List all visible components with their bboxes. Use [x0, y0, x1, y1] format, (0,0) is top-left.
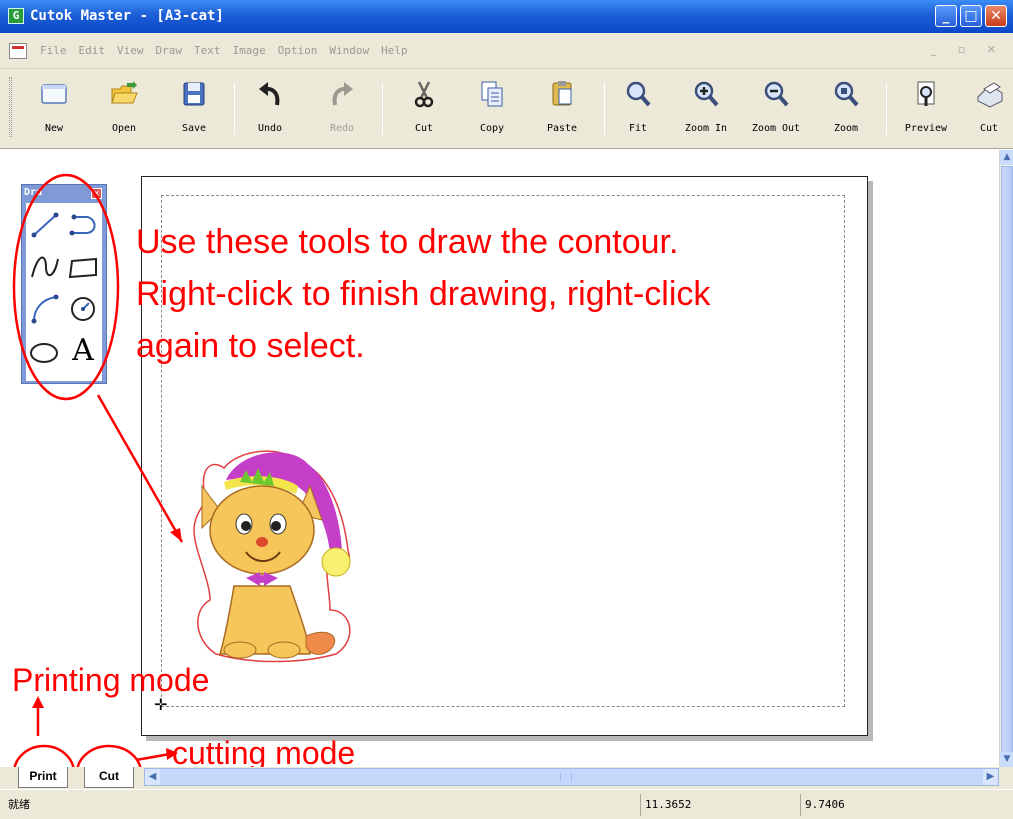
copy-label: Copy [479, 123, 505, 134]
undo-button[interactable]: Undo [240, 77, 300, 143]
toolbar-grip[interactable] [9, 77, 12, 137]
fit-label: Fit [628, 123, 648, 134]
zoom-out-icon [761, 79, 791, 109]
menu-help[interactable]: Help [379, 44, 410, 57]
minimize-button[interactable]: _ [935, 5, 957, 27]
copy-icon [477, 79, 507, 109]
status-state: 就绪 [8, 798, 30, 811]
zoom-in-label: Zoom In [684, 123, 728, 134]
undo-arrow-icon [255, 79, 285, 109]
zoom-out-label: Zoom Out [751, 123, 801, 134]
menu-draw[interactable]: Draw [154, 44, 185, 57]
new-label: New [44, 123, 64, 134]
menu-view[interactable]: View [115, 44, 146, 57]
zoom-icon [831, 79, 861, 109]
plotter-cut-icon [974, 79, 1004, 109]
zoom-in-icon [691, 79, 721, 109]
preview-icon [911, 79, 941, 109]
toolbar-separator [234, 83, 235, 135]
zoom-button[interactable]: Zoom [816, 77, 876, 143]
cut-button[interactable]: Cut [394, 77, 454, 143]
zoom-out-button[interactable]: Zoom Out [746, 77, 806, 143]
menu-edit[interactable]: Edit [77, 44, 108, 57]
save-button[interactable]: Save [164, 77, 224, 143]
minimize-icon: _ [942, 8, 950, 24]
redo-arrow-icon [327, 79, 357, 109]
close-button[interactable]: ✕ [985, 5, 1007, 27]
annotation-arrow-to-cat [96, 394, 184, 543]
paste-button[interactable]: Paste [532, 77, 592, 143]
scroll-up-icon[interactable]: ▲ [1000, 150, 1013, 165]
menu-option[interactable]: Option [276, 44, 320, 57]
menu-text[interactable]: Text [192, 44, 223, 57]
save-floppy-icon [179, 79, 209, 109]
menu-image[interactable]: Image [231, 44, 268, 57]
scroll-left-icon[interactable]: ◀ [145, 769, 160, 785]
window-title: Cutok Master - [A3-cat] [30, 8, 224, 24]
zoom-fit-icon [623, 79, 653, 109]
instructions-line-3: again to select. [136, 327, 365, 365]
close-icon: ✕ [990, 8, 1002, 24]
maximize-button[interactable]: □ [960, 5, 982, 27]
toolbar-separator [604, 83, 605, 135]
horizontal-scroll-thumb[interactable] [560, 773, 572, 781]
copy-button[interactable]: Copy [462, 77, 522, 143]
instructions-line-1: Use these tools to draw the contour. [136, 223, 679, 261]
open-button[interactable]: Open [94, 77, 154, 143]
plotter-cut-button[interactable]: Cut [966, 77, 1012, 143]
menu-window[interactable]: Window [327, 44, 371, 57]
new-document-icon [39, 79, 69, 109]
menu-bar: File Edit View Draw Text Image Option Wi… [0, 33, 1013, 69]
mdi-controls[interactable]: _ ▫ ✕ [931, 43, 1005, 56]
document-menu-icon[interactable] [9, 43, 27, 59]
redo-button[interactable]: Redo [312, 77, 372, 143]
paste-clipboard-icon [547, 79, 577, 109]
scroll-down-icon[interactable]: ▼ [1000, 752, 1013, 767]
cut-label: Cut [414, 123, 434, 134]
menu-items: File Edit View Draw Text Image Option Wi… [38, 44, 410, 57]
vertical-scrollbar[interactable]: ▲ ▼ [999, 150, 1013, 767]
maximize-icon: □ [964, 8, 978, 24]
instructions-text: Use these tools to draw the contour. Rig… [136, 216, 710, 372]
toolbar-separator [382, 83, 383, 135]
open-folder-icon [109, 79, 139, 109]
status-y-coordinate: 9.7406 [800, 794, 950, 816]
zoom-label: Zoom [833, 123, 859, 134]
new-button[interactable]: New [24, 77, 84, 143]
main-toolbar: New Open Save Undo Redo Cut Copy Paste F… [0, 69, 1013, 149]
paste-label: Paste [546, 123, 578, 134]
title-bar: G Cutok Master - [A3-cat] _ □ ✕ [0, 0, 1013, 33]
open-label: Open [111, 123, 137, 134]
menu-file[interactable]: File [38, 44, 69, 57]
horizontal-scrollbar[interactable]: ◀ ▶ [144, 768, 999, 786]
status-x-coordinate: 11.3652 [640, 794, 790, 816]
cutting-arrow [135, 752, 171, 762]
zoom-in-button[interactable]: Zoom In [676, 77, 736, 143]
save-label: Save [181, 123, 207, 134]
redo-label: Redo [329, 123, 355, 134]
vertical-scroll-thumb[interactable] [1001, 166, 1013, 756]
scissors-icon [409, 79, 439, 109]
preview-button[interactable]: Preview [896, 77, 956, 143]
plotter-cut-label: Cut [979, 123, 999, 134]
preview-label: Preview [904, 123, 948, 134]
app-logo-icon[interactable]: G [8, 8, 24, 24]
scroll-right-icon[interactable]: ▶ [983, 769, 998, 785]
fit-button[interactable]: Fit [608, 77, 668, 143]
instructions-line-2: Right-click to finish drawing, right-cli… [136, 275, 711, 313]
palette-highlight-ellipse [12, 173, 120, 401]
toolbar-separator [886, 83, 887, 135]
printing-mode-label: Printing mode [12, 662, 210, 698]
tab-print[interactable]: Print [18, 767, 68, 788]
tab-cut[interactable]: Cut [84, 767, 134, 788]
undo-label: Undo [257, 123, 283, 134]
annotation-arrowhead [170, 528, 182, 542]
status-bar: 就绪 11.3652 9.7406 [0, 789, 1013, 819]
